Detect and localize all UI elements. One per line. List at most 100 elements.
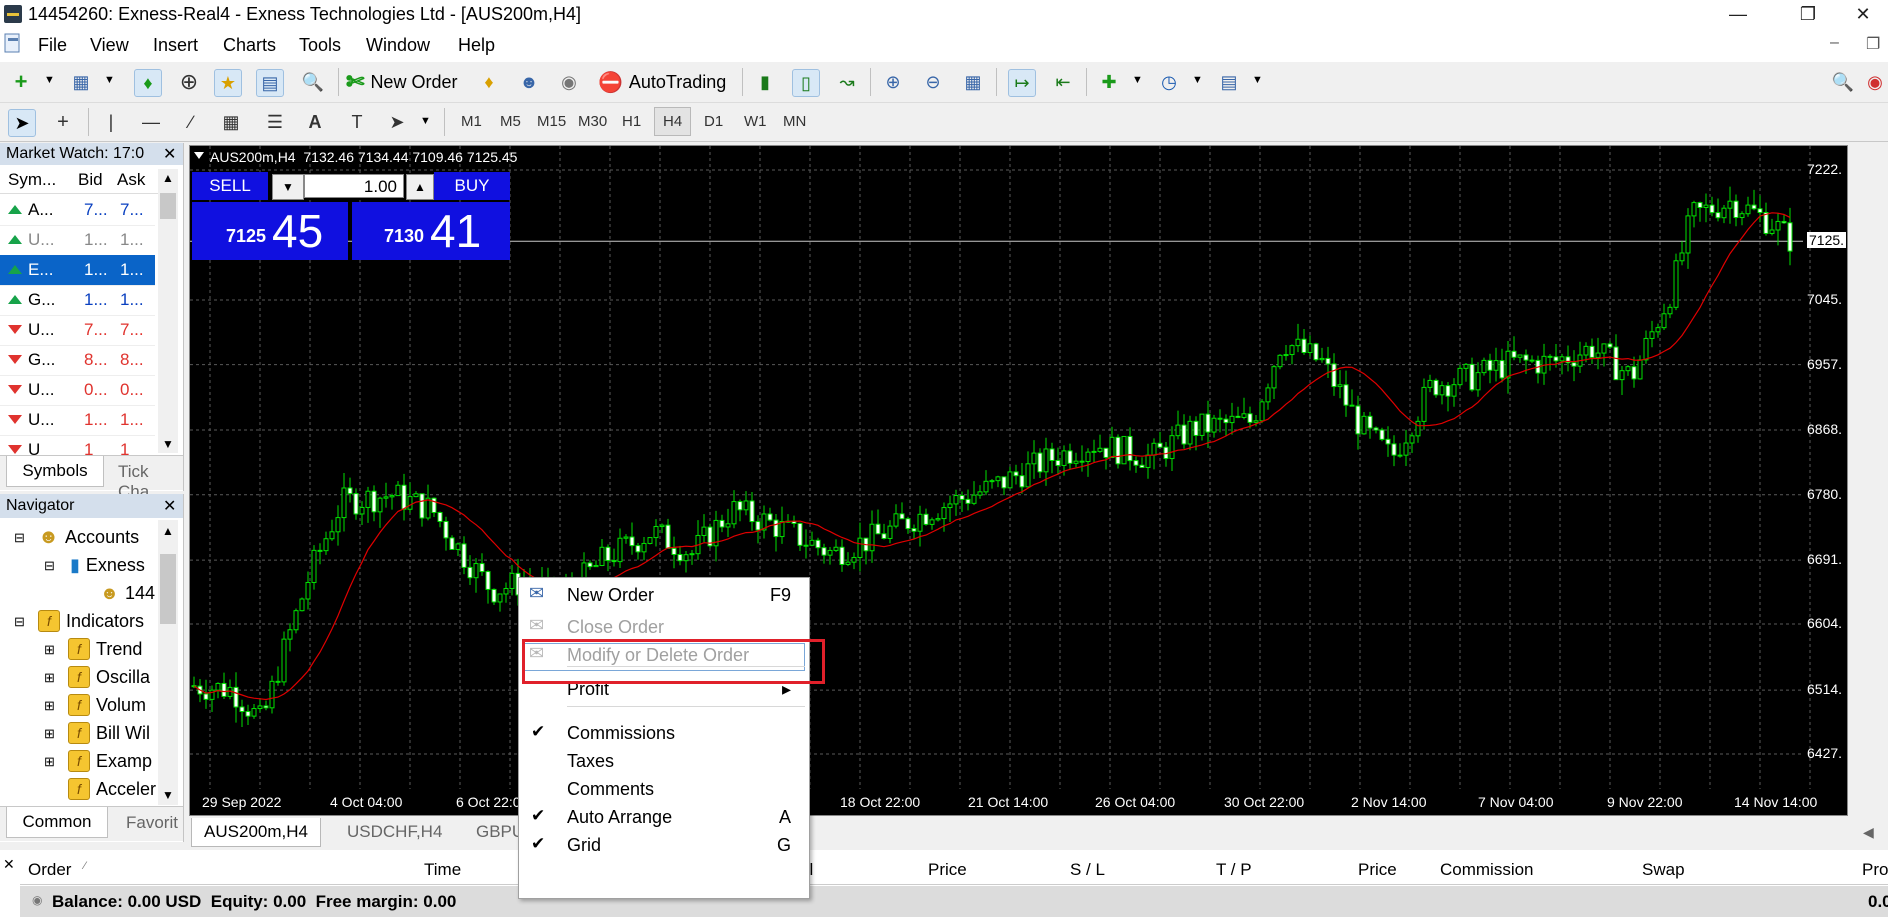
menu-help[interactable]: Help — [458, 35, 495, 56]
nav-oscillators[interactable]: f Oscilla — [68, 664, 150, 690]
timeframe-mn[interactable]: MN — [779, 111, 810, 132]
tab-scroll-left-icon[interactable]: ◀ — [1863, 824, 1874, 841]
nav-accounts[interactable]: ☻ Accounts — [38, 524, 139, 550]
menu-tools[interactable]: Tools — [299, 35, 341, 56]
tab-symbols[interactable]: Symbols — [6, 456, 104, 487]
bar-chart-icon[interactable]: ▮ — [752, 69, 778, 95]
tile-windows-icon[interactable]: ▦ — [960, 69, 986, 95]
expand-trend-icon[interactable]: ⊞ — [44, 642, 55, 658]
profiles-dropdown-icon[interactable]: ▼ — [104, 74, 115, 86]
child-minimize-button[interactable]: – — [1830, 34, 1839, 52]
market-watch-row[interactable]: U... 1... 1... — [0, 225, 155, 256]
timeframe-d1[interactable]: D1 — [700, 111, 727, 132]
buy-button[interactable]: BUY — [434, 172, 510, 200]
nav-examples[interactable]: f Examp — [68, 748, 152, 774]
nav-indicators[interactable]: f Indicators — [38, 608, 144, 634]
auto-scroll-icon[interactable]: ↦ — [1008, 69, 1036, 97]
market-watch-row[interactable]: U... 1... 1... — [0, 405, 155, 436]
timeframe-m15[interactable]: M15 — [533, 111, 570, 132]
strategy-tester-icon[interactable]: 🔍 — [300, 69, 326, 95]
market-watch-row[interactable]: U... 0... 0... — [0, 375, 155, 406]
scroll-thumb[interactable] — [160, 193, 176, 219]
templates-dropdown-icon[interactable]: ▼ — [1252, 74, 1263, 86]
search-icon[interactable]: 🔍 — [1830, 69, 1856, 95]
nav-accelerator[interactable]: f Acceler — [68, 776, 156, 802]
child-restore-button[interactable]: ❐ — [1866, 34, 1880, 54]
chart-header-arrow-icon[interactable] — [194, 152, 204, 159]
col-tp[interactable]: T / P — [1216, 860, 1252, 880]
menu-window[interactable]: Window — [366, 35, 430, 56]
col-bid[interactable]: Bid — [78, 170, 103, 190]
new-order-button[interactable]: ✄ New Order — [346, 68, 457, 96]
minimize-button[interactable]: — — [1708, 0, 1768, 28]
menu-charts[interactable]: Charts — [223, 35, 276, 56]
scroll-down-icon[interactable]: ▼ — [162, 437, 174, 451]
col-price[interactable]: Price — [928, 860, 967, 880]
navigator-close-icon[interactable]: ✕ — [163, 496, 176, 516]
menu-insert[interactable]: Insert — [153, 35, 198, 56]
lot-increase-icon[interactable]: ▲ — [406, 174, 434, 200]
lot-decrease-icon[interactable]: ▼ — [272, 174, 304, 200]
terminal-close-icon[interactable]: ✕ — [3, 856, 15, 873]
new-chart-icon[interactable]: + — [8, 69, 34, 95]
document-icon[interactable] — [2, 32, 24, 56]
nav-bill-williams[interactable]: f Bill Wil — [68, 720, 150, 746]
line-chart-icon[interactable]: ↝ — [834, 69, 860, 95]
candlestick-chart-icon[interactable]: ▯ — [792, 69, 820, 97]
zoom-in-icon[interactable]: ⊕ — [880, 69, 906, 95]
restore-button[interactable]: ❐ — [1778, 0, 1838, 28]
menu-view[interactable]: View — [90, 35, 129, 56]
crosshair-icon[interactable]: + — [50, 109, 76, 135]
timeframe-h4[interactable]: H4 — [654, 107, 692, 136]
col-price-current[interactable]: Price — [1358, 860, 1397, 880]
tab-gbpu[interactable]: GBPU — [476, 822, 524, 842]
vertical-line-icon[interactable]: | — [98, 109, 124, 135]
scroll-up-icon[interactable]: ▲ — [162, 524, 174, 538]
col-symbol[interactable]: Sym... — [8, 170, 56, 190]
tab-favorites[interactable]: Favorit — [126, 813, 178, 833]
zoom-out-icon[interactable]: ⊖ — [920, 69, 946, 95]
col-order[interactable]: Order — [28, 860, 71, 880]
expand-oscillators-icon[interactable]: ⊞ — [44, 670, 55, 686]
periods-dropdown-icon[interactable]: ▼ — [1192, 74, 1203, 86]
text-label-icon[interactable]: T — [344, 109, 370, 135]
buy-price-button[interactable]: 7130 41 — [352, 202, 510, 260]
profiles-icon[interactable]: ▦ — [68, 69, 94, 95]
timeframe-m30[interactable]: M30 — [574, 111, 611, 132]
context-item-new-order[interactable]: ✉ New Order F9 — [519, 580, 809, 610]
market-watch-scrollbar[interactable]: ▲ ▼ — [158, 169, 178, 453]
cursor-icon[interactable]: ➤ — [8, 109, 36, 137]
balance-row[interactable]: ◉ Balance: 0.00 USD Equity: 0.00 Free ma… — [20, 886, 1888, 917]
periods-clock-icon[interactable]: ◷ — [1156, 69, 1182, 95]
timeframe-m1[interactable]: M1 — [457, 111, 486, 132]
scroll-thumb[interactable] — [160, 554, 176, 624]
arrows-icon[interactable]: ➤ — [384, 109, 410, 135]
templates-icon[interactable]: ▤ — [1216, 69, 1242, 95]
menu-file[interactable]: File — [38, 35, 67, 56]
equidistant-channel-icon[interactable]: ▦ — [218, 109, 244, 135]
tab-aus200m-h4[interactable]: AUS200m,H4 — [191, 818, 321, 847]
col-profit[interactable]: Pro — [1862, 860, 1888, 880]
market-watch-row[interactable]: G... 8... 8... — [0, 345, 155, 376]
col-ask[interactable]: Ask — [117, 170, 145, 190]
sell-button[interactable]: SELL — [192, 172, 268, 200]
market-watch-row[interactable]: E... 1... 1... — [0, 255, 155, 286]
nav-volumes[interactable]: f Volum — [68, 692, 146, 718]
market-watch-close-icon[interactable]: ✕ — [163, 144, 176, 164]
context-item-commissions[interactable]: ✔ Commissions — [519, 718, 809, 748]
autotrading-button[interactable]: ⛔ AutoTrading — [598, 68, 726, 96]
timeframe-m5[interactable]: M5 — [496, 111, 525, 132]
text-icon[interactable]: A — [302, 109, 328, 135]
col-sl[interactable]: S / L — [1070, 860, 1105, 880]
market-watch-row[interactable]: G... 1... 1... — [0, 285, 155, 316]
tab-usdchf-h4[interactable]: USDCHF,H4 — [347, 822, 442, 842]
new-chart-dropdown-icon[interactable]: ▼ — [44, 74, 55, 86]
context-item-comments[interactable]: Comments — [519, 774, 809, 804]
community-icon[interactable]: ☻ — [516, 69, 542, 95]
scroll-up-icon[interactable]: ▲ — [162, 171, 174, 185]
chat-icon[interactable]: ◉ — [1862, 69, 1888, 95]
col-swap[interactable]: Swap — [1642, 860, 1685, 880]
col-time[interactable]: Time — [424, 860, 461, 880]
trendline-icon[interactable]: ∕ — [178, 109, 204, 135]
metaeditor-icon[interactable]: ♦ — [476, 69, 502, 95]
